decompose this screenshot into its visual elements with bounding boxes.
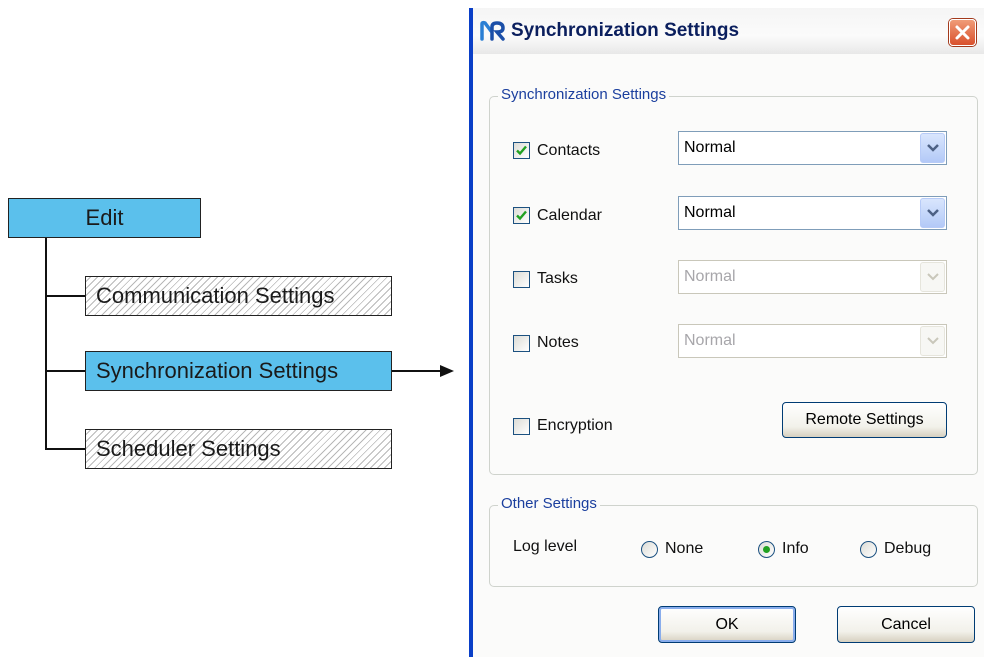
chevron-down-icon bbox=[927, 144, 939, 152]
app-logo-icon bbox=[480, 20, 505, 41]
remote-settings-button[interactable]: Remote Settings bbox=[782, 402, 947, 438]
tasks-checkbox[interactable] bbox=[513, 271, 530, 288]
notes-mode-dropdown-button[interactable] bbox=[920, 326, 945, 356]
notes-mode-value: Normal bbox=[684, 332, 736, 349]
notes-mode-select[interactable]: Normal bbox=[678, 324, 947, 358]
tree-root-edit: Edit bbox=[8, 198, 201, 238]
log-level-none-label: None bbox=[665, 540, 704, 557]
tree-node-label: Scheduler Settings bbox=[96, 436, 281, 461]
tasks-mode-dropdown-button[interactable] bbox=[920, 262, 945, 292]
tree-branch-line bbox=[45, 448, 85, 450]
encryption-checkbox[interactable] bbox=[513, 418, 530, 435]
contacts-checkbox[interactable] bbox=[513, 142, 530, 159]
chevron-down-icon bbox=[927, 209, 939, 217]
calendar-mode-select[interactable]: Normal bbox=[678, 196, 947, 230]
log-level-info-radio[interactable] bbox=[758, 541, 775, 558]
chevron-down-icon bbox=[927, 337, 939, 345]
chevron-down-icon bbox=[927, 273, 939, 281]
close-button[interactable] bbox=[949, 19, 976, 46]
sync-settings-dialog: Synchronization Settings Synchronization… bbox=[469, 8, 984, 657]
cancel-button-label: Cancel bbox=[881, 615, 931, 633]
tree-node-scheduler-settings: Scheduler Settings bbox=[85, 429, 392, 469]
cancel-button[interactable]: Cancel bbox=[837, 606, 975, 643]
ok-button[interactable]: OK bbox=[658, 606, 796, 643]
log-level-label: Log level bbox=[513, 538, 578, 555]
tree-node-synchronization-settings: Synchronization Settings bbox=[85, 351, 392, 391]
tree-node-label: Synchronization Settings bbox=[96, 358, 339, 383]
contacts-mode-value: Normal bbox=[684, 139, 736, 156]
calendar-mode-value: Normal bbox=[684, 204, 736, 221]
arrow-right-icon bbox=[392, 365, 454, 377]
ok-button-label: OK bbox=[715, 615, 739, 633]
contacts-mode-dropdown-button[interactable] bbox=[920, 133, 945, 163]
tree-trunk-line bbox=[45, 238, 47, 449]
checkmark-icon bbox=[516, 210, 527, 221]
log-level-debug-radio[interactable] bbox=[860, 541, 877, 558]
tree-node-label: Communication Settings bbox=[96, 283, 335, 308]
notes-label: Notes bbox=[537, 334, 579, 351]
tree-root-label: Edit bbox=[85, 205, 124, 230]
encryption-label: Encryption bbox=[537, 417, 613, 434]
tasks-mode-value: Normal bbox=[684, 268, 736, 285]
other-settings-group-legend: Other Settings bbox=[498, 495, 600, 512]
dialog-titlebar[interactable]: Synchronization Settings bbox=[473, 8, 984, 54]
tree-node-communication-settings: Communication Settings bbox=[85, 276, 392, 316]
sync-settings-group-legend: Synchronization Settings bbox=[498, 86, 670, 103]
remote-settings-button-label: Remote Settings bbox=[805, 411, 924, 428]
contacts-mode-select[interactable]: Normal bbox=[678, 131, 947, 165]
log-level-info-label: Info bbox=[782, 540, 809, 557]
notes-checkbox[interactable] bbox=[513, 335, 530, 352]
calendar-label: Calendar bbox=[537, 207, 602, 224]
dialog-title: Synchronization Settings bbox=[511, 20, 740, 41]
log-level-none-radio[interactable] bbox=[641, 541, 658, 558]
close-icon bbox=[955, 25, 970, 40]
radio-selected-dot bbox=[763, 546, 770, 553]
dialog-client-area: Synchronization Settings Contacts Normal… bbox=[473, 54, 984, 657]
checkmark-icon bbox=[516, 145, 527, 156]
tasks-label: Tasks bbox=[537, 270, 578, 287]
tree-branch-line bbox=[45, 370, 85, 372]
calendar-checkbox[interactable] bbox=[513, 207, 530, 224]
tree-branch-line bbox=[45, 295, 85, 297]
log-level-debug-label: Debug bbox=[884, 540, 932, 557]
tasks-mode-select[interactable]: Normal bbox=[678, 260, 947, 294]
contacts-label: Contacts bbox=[537, 142, 601, 159]
calendar-mode-dropdown-button[interactable] bbox=[920, 198, 945, 228]
